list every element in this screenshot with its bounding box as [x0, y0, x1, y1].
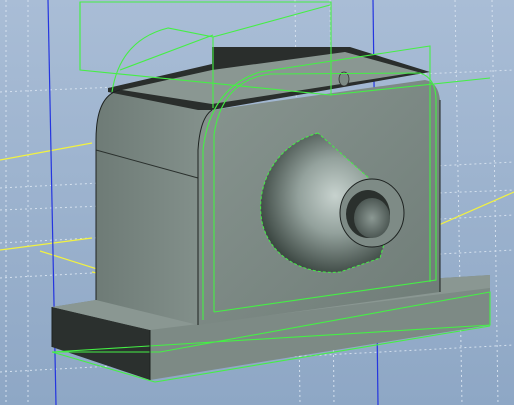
bore-hole	[354, 198, 390, 238]
cad-3d-viewport[interactable]	[0, 0, 514, 405]
scene-canvas[interactable]	[0, 0, 514, 405]
top-hole	[338, 71, 350, 87]
